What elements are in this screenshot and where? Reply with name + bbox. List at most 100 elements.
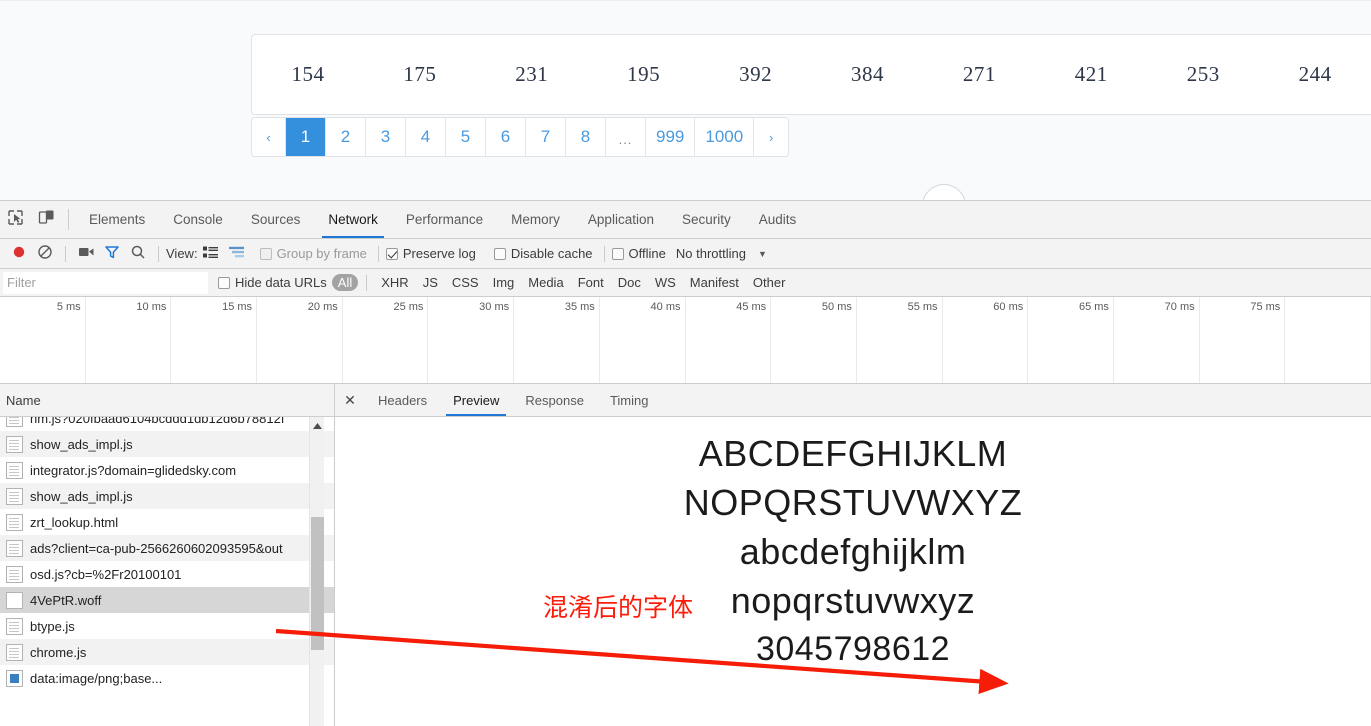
network-timeline-ruler[interactable]: 5 ms 10 ms 15 ms 20 ms 25 ms 30 ms 35 ms… [0, 297, 1371, 384]
list-item[interactable]: chrome.js [0, 639, 334, 665]
filter-type-img[interactable]: Img [487, 274, 521, 291]
list-item[interactable]: zrt_lookup.html [0, 509, 334, 535]
pagination-page-1000[interactable]: 1000 [695, 118, 755, 156]
document-icon [6, 461, 23, 479]
filter-type-doc[interactable]: Doc [612, 274, 647, 291]
font-preview-line: NOPQRSTUVWXYZ [683, 482, 1023, 523]
ruler-tick-label: 10 ms [136, 301, 167, 313]
tab-network[interactable]: Network [314, 201, 392, 238]
pagination-page-2[interactable]: 2 [326, 118, 366, 156]
inspect-element-button[interactable] [0, 201, 31, 238]
request-name: integrator.js?domain=glidedsky.com [30, 462, 237, 478]
column-header-name[interactable]: Name [0, 384, 335, 416]
ruler-tick: 45 ms [686, 297, 772, 383]
scroll-up-icon[interactable] [310, 419, 325, 433]
filter-type-font[interactable]: Font [572, 274, 610, 291]
request-list-scrollbar[interactable] [309, 417, 324, 726]
network-request-list[interactable]: hm.js?020fbaad6104bcddd1db12d6b78812f sh… [0, 417, 335, 726]
filter-input[interactable] [3, 271, 208, 294]
filter-toggle-button[interactable] [99, 244, 125, 263]
close-icon[interactable]: ✕ [335, 384, 365, 416]
record-button[interactable] [6, 244, 32, 263]
list-item[interactable]: osd.js?cb=%2Fr20100101 [0, 561, 334, 587]
tab-audits[interactable]: Audits [745, 201, 811, 238]
preserve-log-label: Preserve log [402, 246, 476, 261]
device-toolbar-button[interactable] [31, 201, 62, 238]
list-item[interactable]: show_ads_impl.js [0, 483, 334, 509]
disable-cache-checkbox[interactable]: Disable cache [493, 246, 593, 261]
search-button[interactable] [125, 244, 151, 263]
scrollbar-thumb[interactable] [311, 517, 324, 650]
filter-type-js[interactable]: JS [417, 274, 444, 291]
number-cell: 195 [627, 62, 661, 86]
pagination-prev[interactable]: ‹ [252, 118, 286, 156]
request-name: 4VePtR.woff [30, 592, 102, 608]
tab-console[interactable]: Console [159, 201, 237, 238]
request-tab-headers[interactable]: Headers [365, 384, 440, 416]
tab-memory[interactable]: Memory [497, 201, 574, 238]
list-item-selected[interactable]: 4VePtR.woff [0, 587, 334, 613]
pagination-page-1[interactable]: 1 [286, 118, 326, 156]
filter-type-media[interactable]: Media [522, 274, 569, 291]
capture-screenshots-button[interactable] [73, 245, 99, 262]
view-label: View: [166, 246, 198, 261]
ruler-tick: 50 ms [771, 297, 857, 383]
list-item[interactable]: hm.js?020fbaad6104bcddd1db12d6b78812f [0, 417, 334, 431]
pagination-page-999[interactable]: 999 [646, 118, 696, 156]
filter-type-all[interactable]: All [331, 274, 359, 291]
preserve-log-checkbox[interactable]: Preserve log [385, 246, 476, 261]
filter-type-other[interactable]: Other [747, 274, 792, 291]
ruler-tick: 75 ms [1200, 297, 1286, 383]
font-preview-line: nopqrstuvwxyz [730, 580, 976, 621]
tab-performance[interactable]: Performance [392, 201, 497, 238]
ruler-tick-label: 20 ms [307, 301, 338, 313]
tab-sources[interactable]: Sources [237, 201, 315, 238]
document-icon [6, 643, 23, 661]
ruler-tick-label: 30 ms [479, 301, 510, 313]
ruler-tick [1285, 297, 1371, 383]
pagination-page-8[interactable]: 8 [566, 118, 606, 156]
pagination-next[interactable]: › [754, 118, 789, 156]
list-item[interactable]: ads?client=ca-pub-2566260602093595&out [0, 535, 334, 561]
hide-data-urls-checkbox[interactable]: Hide data URLs [218, 275, 327, 290]
pagination-page-3[interactable]: 3 [366, 118, 406, 156]
offline-checkbox[interactable]: Offline [611, 246, 666, 261]
request-name: data:image/png;base... [30, 670, 163, 686]
checkbox-box [611, 247, 624, 260]
tab-elements[interactable]: Elements [75, 201, 159, 238]
pagination-page-7[interactable]: 7 [526, 118, 566, 156]
ruler-tick: 40 ms [600, 297, 686, 383]
font-preview-line: abcdefghijklm [739, 531, 967, 572]
filter-type-manifest[interactable]: Manifest [684, 274, 745, 291]
clear-icon [37, 244, 53, 263]
tab-security[interactable]: Security [668, 201, 745, 238]
request-tab-preview[interactable]: Preview [440, 384, 512, 416]
view-list-button[interactable] [198, 246, 224, 262]
pagination-page-4[interactable]: 4 [406, 118, 446, 156]
request-tab-response[interactable]: Response [512, 384, 597, 416]
clear-button[interactable] [32, 244, 58, 263]
list-item[interactable]: btype.js [0, 613, 334, 639]
request-name: hm.js?020fbaad6104bcddd1db12d6b78812f [30, 417, 285, 426]
ruler-tick-label: 55 ms [907, 301, 938, 313]
filter-type-ws[interactable]: WS [649, 274, 682, 291]
chevron-down-icon[interactable]: ▼ [758, 249, 767, 259]
tab-application[interactable]: Application [574, 201, 668, 238]
number-cell: 271 [962, 62, 996, 86]
view-waterfall-button[interactable] [224, 246, 250, 262]
pagination-page-5[interactable]: 5 [446, 118, 486, 156]
number-cell: 244 [1298, 62, 1332, 86]
group-by-frame-checkbox[interactable]: Group by frame [259, 246, 367, 261]
filter-type-xhr[interactable]: XHR [375, 274, 414, 291]
list-item[interactable]: integrator.js?domain=glidedsky.com [0, 457, 334, 483]
list-item[interactable]: data:image/png;base... [0, 665, 334, 691]
request-tab-timing[interactable]: Timing [597, 384, 662, 416]
pagination-page-6[interactable]: 6 [486, 118, 526, 156]
view-list-icon [203, 246, 219, 262]
number-cell: 392 [739, 62, 773, 86]
list-item[interactable]: show_ads_impl.js [0, 431, 334, 457]
throttling-select[interactable]: No throttling [676, 246, 746, 261]
filter-type-css[interactable]: CSS [446, 274, 485, 291]
request-name: zrt_lookup.html [30, 514, 119, 530]
request-preview-pane: ABCDEFGHIJKLM NOPQRSTUVWXYZ abcdefghijkl… [335, 417, 1371, 726]
